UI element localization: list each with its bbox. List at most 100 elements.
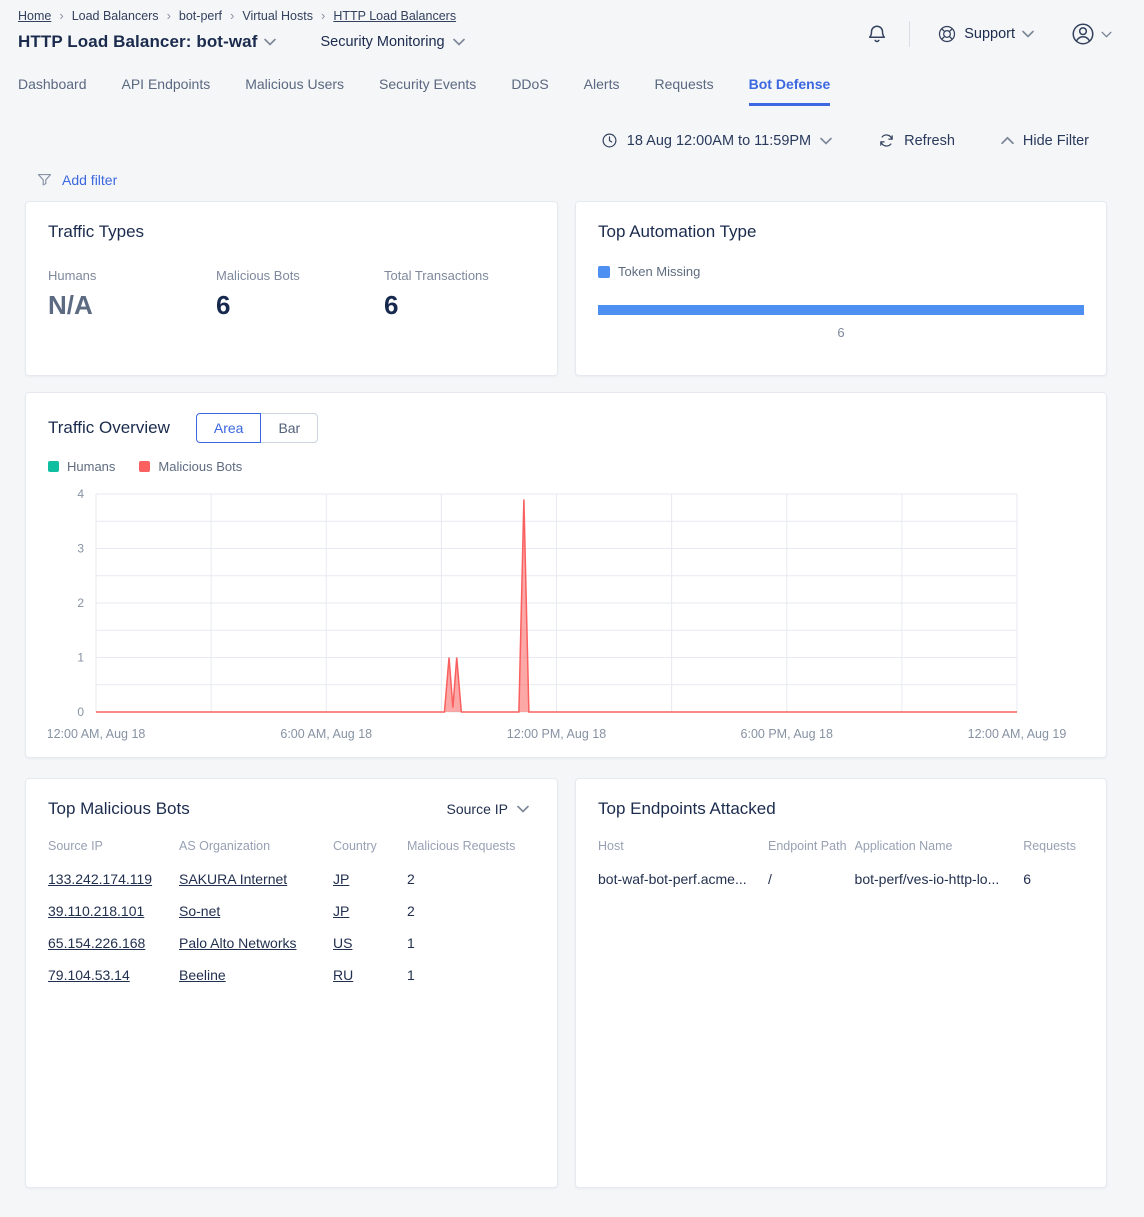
stat-value: N/A bbox=[48, 290, 216, 321]
source-ip-link[interactable]: 133.242.174.119 bbox=[48, 871, 152, 887]
svg-text:3: 3 bbox=[77, 542, 84, 556]
automation-bar-track bbox=[598, 305, 1084, 315]
date-range-picker[interactable]: 18 Aug 12:00AM to 11:59PM bbox=[601, 132, 832, 149]
tab-malicious-users[interactable]: Malicious Users bbox=[245, 76, 344, 106]
account-menu-button[interactable] bbox=[1064, 20, 1118, 48]
legend-item-token-missing: Token Missing bbox=[598, 264, 700, 279]
table-row: 133.242.174.119 SAKURA Internet JP 2 bbox=[48, 863, 535, 895]
chart-type-toggle: Area Bar bbox=[196, 413, 318, 443]
tab-alerts[interactable]: Alerts bbox=[584, 76, 620, 106]
support-label: Support bbox=[964, 26, 1015, 42]
requests-value: 6 bbox=[1023, 871, 1031, 887]
notification-bell-button[interactable] bbox=[866, 23, 888, 45]
support-menu-button[interactable]: Support bbox=[931, 23, 1040, 45]
malicious-requests-value: 2 bbox=[407, 871, 415, 887]
column-header: Host bbox=[598, 839, 768, 863]
as-organization-link[interactable]: Palo Alto Networks bbox=[179, 935, 297, 951]
add-filter-button[interactable]: Add filter bbox=[62, 172, 117, 188]
automation-legend: Token Missing bbox=[598, 264, 1084, 279]
svg-text:6:00 AM, Aug 18: 6:00 AM, Aug 18 bbox=[280, 727, 372, 741]
breadcrumb-load-balancers[interactable]: Load Balancers bbox=[72, 9, 159, 23]
malicious-bots-table: Source IP AS Organization Country Malici… bbox=[48, 839, 535, 991]
svg-text:1: 1 bbox=[77, 651, 84, 665]
breadcrumb-separator: › bbox=[230, 8, 234, 23]
column-header: Malicious Requests bbox=[407, 839, 535, 863]
source-ip-link[interactable]: 39.110.218.101 bbox=[48, 903, 144, 919]
endpoints-header: Top Endpoints Attacked bbox=[598, 799, 1084, 819]
top-endpoints-attacked-card: Top Endpoints Attacked Host Endpoint Pat… bbox=[575, 778, 1107, 1188]
tab-bot-defense[interactable]: Bot Defense bbox=[749, 76, 831, 106]
as-organization-link[interactable]: SAKURA Internet bbox=[179, 871, 287, 887]
legend-label: Malicious Bots bbox=[158, 459, 242, 474]
traffic-overview-header: Traffic Overview Area Bar bbox=[48, 413, 1084, 443]
date-range-label: 18 Aug 12:00AM to 11:59PM bbox=[627, 133, 811, 149]
funnel-icon bbox=[36, 171, 53, 188]
as-organization-link[interactable]: Beeline bbox=[179, 967, 226, 983]
svg-text:12:00 PM, Aug 18: 12:00 PM, Aug 18 bbox=[507, 727, 606, 741]
source-ip-link[interactable]: 79.104.53.14 bbox=[48, 967, 130, 983]
traffic-types-card: Traffic Types Humans N/A Malicious Bots … bbox=[25, 201, 558, 376]
country-link[interactable]: JP bbox=[333, 871, 349, 887]
dashboard-content: Traffic Types Humans N/A Malicious Bots … bbox=[25, 201, 1107, 1188]
svg-text:2: 2 bbox=[77, 596, 84, 610]
chevron-down-icon bbox=[820, 137, 832, 145]
chevron-up-icon bbox=[1001, 136, 1014, 145]
refresh-label: Refresh bbox=[904, 133, 955, 149]
hide-filter-button[interactable]: Hide Filter bbox=[1001, 133, 1089, 149]
tab-requests[interactable]: Requests bbox=[654, 76, 713, 106]
top-automation-type-card: Top Automation Type Token Missing 6 bbox=[575, 201, 1107, 376]
tab-bar: Dashboard API Endpoints Malicious Users … bbox=[0, 76, 1144, 106]
tab-api-endpoints[interactable]: API Endpoints bbox=[122, 76, 211, 106]
svg-text:4: 4 bbox=[77, 487, 84, 501]
top-automation-title: Top Automation Type bbox=[598, 222, 1084, 242]
column-header: Endpoint Path bbox=[768, 839, 855, 863]
endpoint-path-value: / bbox=[768, 871, 772, 887]
country-link[interactable]: US bbox=[333, 935, 352, 951]
table-header-row: Host Endpoint Path Application Name Requ… bbox=[598, 839, 1084, 863]
traffic-overview-title: Traffic Overview bbox=[48, 418, 170, 438]
monitoring-type-selector[interactable]: Security Monitoring bbox=[320, 34, 464, 50]
country-link[interactable]: JP bbox=[333, 903, 349, 919]
traffic-overview-card: Traffic Overview Area Bar Humans Malicio… bbox=[25, 392, 1107, 758]
legend-item-malicious-bots: Malicious Bots bbox=[139, 459, 242, 474]
endpoints-table: Host Endpoint Path Application Name Requ… bbox=[598, 839, 1084, 895]
tab-dashboard[interactable]: Dashboard bbox=[18, 76, 87, 106]
traffic-overview-legend: Humans Malicious Bots bbox=[48, 459, 1084, 474]
toggle-bar-button[interactable]: Bar bbox=[260, 413, 318, 443]
column-header: Country bbox=[333, 839, 407, 863]
column-header: Requests bbox=[1023, 839, 1084, 863]
chevron-down-icon bbox=[453, 38, 465, 46]
breadcrumb-home[interactable]: Home bbox=[18, 9, 51, 23]
column-header: Source IP bbox=[48, 839, 179, 863]
country-link[interactable]: RU bbox=[333, 967, 353, 983]
application-name-value: bot-perf/ves-io-http-lo... bbox=[855, 871, 1000, 887]
stat-total-transactions: Total Transactions 6 bbox=[384, 268, 489, 321]
clock-icon bbox=[601, 132, 618, 149]
tab-security-events[interactable]: Security Events bbox=[379, 76, 476, 106]
breadcrumb-http-load-balancers[interactable]: HTTP Load Balancers bbox=[333, 9, 456, 23]
as-organization-link[interactable]: So-net bbox=[179, 903, 220, 919]
stat-label: Malicious Bots bbox=[216, 268, 384, 283]
source-ip-link[interactable]: 65.154.226.168 bbox=[48, 935, 145, 951]
traffic-types-stats: Humans N/A Malicious Bots 6 Total Transa… bbox=[48, 268, 535, 321]
automation-bar-value-label: 6 bbox=[598, 325, 1084, 340]
group-by-selector[interactable]: Source IP bbox=[441, 800, 535, 818]
bell-icon bbox=[866, 23, 888, 45]
refresh-icon bbox=[878, 132, 895, 149]
breadcrumb-virtual-hosts[interactable]: Virtual Hosts bbox=[242, 9, 313, 23]
traffic-overview-area-chart: 0123412:00 AM, Aug 186:00 AM, Aug 1812:0… bbox=[48, 486, 1086, 744]
breadcrumb-bot-perf[interactable]: bot-perf bbox=[179, 9, 222, 23]
column-header: Application Name bbox=[855, 839, 1024, 863]
legend-label: Humans bbox=[67, 459, 115, 474]
refresh-button[interactable]: Refresh bbox=[878, 132, 955, 149]
lb-selector-chevron-down-icon[interactable] bbox=[264, 38, 276, 46]
malicious-requests-value: 1 bbox=[407, 967, 415, 983]
monitoring-type-label: Security Monitoring bbox=[320, 34, 444, 50]
table-row: 39.110.218.101So-netJP2 bbox=[48, 895, 535, 927]
malicious-requests-value: 1 bbox=[407, 935, 415, 951]
traffic-types-title: Traffic Types bbox=[48, 222, 535, 242]
tab-ddos[interactable]: DDoS bbox=[511, 76, 548, 106]
toggle-area-button[interactable]: Area bbox=[196, 413, 262, 443]
breadcrumb-separator: › bbox=[321, 8, 325, 23]
table-row: 65.154.226.168 Palo Alto Networks US 1 bbox=[48, 927, 535, 959]
